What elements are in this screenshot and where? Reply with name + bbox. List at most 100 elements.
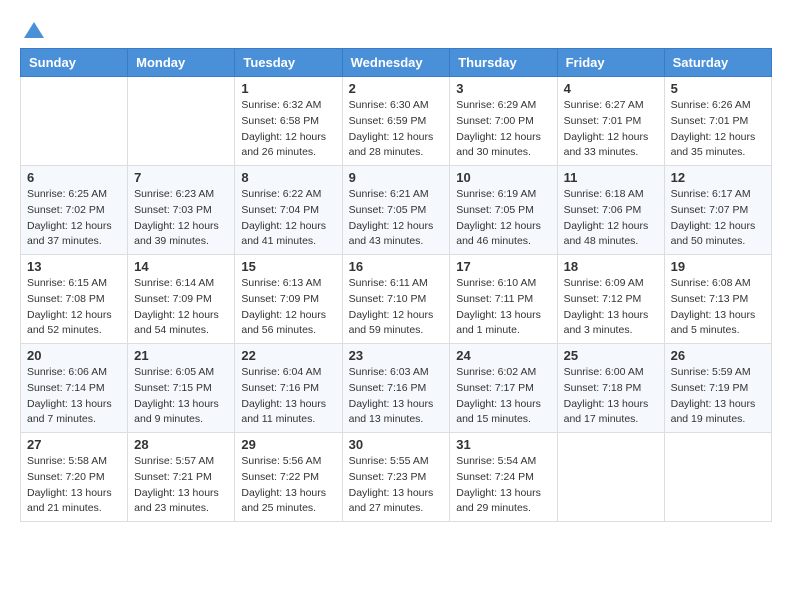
- calendar-cell: 28 Sunrise: 5:57 AMSunset: 7:21 PMDayligh…: [128, 433, 235, 522]
- calendar-cell: 7 Sunrise: 6:23 AMSunset: 7:03 PMDaylight…: [128, 166, 235, 255]
- calendar-cell: 22 Sunrise: 6:04 AMSunset: 7:16 PMDayligh…: [235, 344, 342, 433]
- day-info: Sunrise: 6:21 AMSunset: 7:05 PMDaylight:…: [349, 187, 444, 250]
- day-info: Sunrise: 6:10 AMSunset: 7:11 PMDaylight:…: [456, 276, 550, 339]
- logo-icon: [22, 20, 46, 44]
- day-number: 28: [134, 437, 228, 452]
- day-number: 17: [456, 259, 550, 274]
- day-info: Sunrise: 6:15 AMSunset: 7:08 PMDaylight:…: [27, 276, 121, 339]
- calendar-week-row: 13 Sunrise: 6:15 AMSunset: 7:08 PMDayligh…: [21, 255, 772, 344]
- calendar-cell: 19Sunrise: 6:08 AMSunset: 7:13 PMDayligh…: [664, 255, 771, 344]
- day-number: 30: [349, 437, 444, 452]
- calendar-day-header: Friday: [557, 49, 664, 77]
- day-info: Sunrise: 6:19 AMSunset: 7:05 PMDaylight:…: [456, 187, 550, 250]
- day-number: 4: [564, 81, 658, 96]
- day-number: 22: [241, 348, 335, 363]
- calendar-cell: 27 Sunrise: 5:58 AMSunset: 7:20 PMDayligh…: [21, 433, 128, 522]
- calendar-week-row: 27 Sunrise: 5:58 AMSunset: 7:20 PMDayligh…: [21, 433, 772, 522]
- day-info: Sunrise: 6:17 AMSunset: 7:07 PMDaylight:…: [671, 187, 765, 250]
- day-number: 8: [241, 170, 335, 185]
- day-info: Sunrise: 6:04 AMSunset: 7:16 PMDaylight:…: [241, 365, 335, 428]
- day-number: 12: [671, 170, 765, 185]
- day-info: Sunrise: 6:23 AMSunset: 7:03 PMDaylight:…: [134, 187, 228, 250]
- day-info: Sunrise: 6:00 AMSunset: 7:18 PMDaylight:…: [564, 365, 658, 428]
- day-number: 21: [134, 348, 228, 363]
- day-number: 2: [349, 81, 444, 96]
- calendar-week-row: 1 Sunrise: 6:32 AMSunset: 6:58 PMDaylight…: [21, 77, 772, 166]
- calendar-week-row: 20Sunrise: 6:06 AMSunset: 7:14 PMDayligh…: [21, 344, 772, 433]
- calendar-cell: 23 Sunrise: 6:03 AMSunset: 7:16 PMDayligh…: [342, 344, 450, 433]
- calendar-cell: 18 Sunrise: 6:09 AMSunset: 7:12 PMDayligh…: [557, 255, 664, 344]
- calendar-cell: 11Sunrise: 6:18 AMSunset: 7:06 PMDayligh…: [557, 166, 664, 255]
- day-number: 31: [456, 437, 550, 452]
- calendar-day-header: Monday: [128, 49, 235, 77]
- calendar-cell: [557, 433, 664, 522]
- day-number: 13: [27, 259, 121, 274]
- day-number: 16: [349, 259, 444, 274]
- day-info: Sunrise: 6:02 AMSunset: 7:17 PMDaylight:…: [456, 365, 550, 428]
- day-info: Sunrise: 6:22 AMSunset: 7:04 PMDaylight:…: [241, 187, 335, 250]
- calendar-cell: [21, 77, 128, 166]
- day-info: Sunrise: 5:54 AMSunset: 7:24 PMDaylight:…: [456, 454, 550, 517]
- day-info: Sunrise: 6:32 AMSunset: 6:58 PMDaylight:…: [241, 98, 335, 161]
- calendar-cell: 12 Sunrise: 6:17 AMSunset: 7:07 PMDayligh…: [664, 166, 771, 255]
- day-info: Sunrise: 6:29 AMSunset: 7:00 PMDaylight:…: [456, 98, 550, 161]
- day-info: Sunrise: 5:58 AMSunset: 7:20 PMDaylight:…: [27, 454, 121, 517]
- calendar-cell: [664, 433, 771, 522]
- calendar-day-header: Thursday: [450, 49, 557, 77]
- day-number: 7: [134, 170, 228, 185]
- calendar-cell: 9Sunrise: 6:21 AMSunset: 7:05 PMDaylight…: [342, 166, 450, 255]
- day-info: Sunrise: 6:05 AMSunset: 7:15 PMDaylight:…: [134, 365, 228, 428]
- calendar-cell: 1 Sunrise: 6:32 AMSunset: 6:58 PMDaylight…: [235, 77, 342, 166]
- calendar-cell: 4 Sunrise: 6:27 AMSunset: 7:01 PMDaylight…: [557, 77, 664, 166]
- day-number: 24: [456, 348, 550, 363]
- day-number: 10: [456, 170, 550, 185]
- logo: [20, 20, 46, 38]
- day-info: Sunrise: 6:09 AMSunset: 7:12 PMDaylight:…: [564, 276, 658, 339]
- calendar-cell: 3Sunrise: 6:29 AMSunset: 7:00 PMDaylight…: [450, 77, 557, 166]
- day-number: 23: [349, 348, 444, 363]
- calendar-cell: 2 Sunrise: 6:30 AMSunset: 6:59 PMDaylight…: [342, 77, 450, 166]
- calendar-cell: 29Sunrise: 5:56 AMSunset: 7:22 PMDayligh…: [235, 433, 342, 522]
- calendar-cell: 13 Sunrise: 6:15 AMSunset: 7:08 PMDayligh…: [21, 255, 128, 344]
- calendar-cell: 31 Sunrise: 5:54 AMSunset: 7:24 PMDayligh…: [450, 433, 557, 522]
- day-info: Sunrise: 6:30 AMSunset: 6:59 PMDaylight:…: [349, 98, 444, 161]
- calendar-day-header: Tuesday: [235, 49, 342, 77]
- calendar-cell: 8 Sunrise: 6:22 AMSunset: 7:04 PMDaylight…: [235, 166, 342, 255]
- day-number: 25: [564, 348, 658, 363]
- day-number: 14: [134, 259, 228, 274]
- day-number: 19: [671, 259, 765, 274]
- calendar-cell: 6 Sunrise: 6:25 AMSunset: 7:02 PMDaylight…: [21, 166, 128, 255]
- day-number: 15: [241, 259, 335, 274]
- calendar-day-header: Saturday: [664, 49, 771, 77]
- day-info: Sunrise: 5:59 AMSunset: 7:19 PMDaylight:…: [671, 365, 765, 428]
- day-info: Sunrise: 6:06 AMSunset: 7:14 PMDaylight:…: [27, 365, 121, 428]
- day-number: 1: [241, 81, 335, 96]
- day-number: 6: [27, 170, 121, 185]
- calendar-cell: 30 Sunrise: 5:55 AMSunset: 7:23 PMDayligh…: [342, 433, 450, 522]
- calendar-cell: 16 Sunrise: 6:11 AMSunset: 7:10 PMDayligh…: [342, 255, 450, 344]
- calendar-cell: 26Sunrise: 5:59 AMSunset: 7:19 PMDayligh…: [664, 344, 771, 433]
- day-info: Sunrise: 6:11 AMSunset: 7:10 PMDaylight:…: [349, 276, 444, 339]
- day-info: Sunrise: 6:14 AMSunset: 7:09 PMDaylight:…: [134, 276, 228, 339]
- day-number: 27: [27, 437, 121, 452]
- day-info: Sunrise: 5:55 AMSunset: 7:23 PMDaylight:…: [349, 454, 444, 517]
- calendar-day-header: Wednesday: [342, 49, 450, 77]
- day-info: Sunrise: 6:27 AMSunset: 7:01 PMDaylight:…: [564, 98, 658, 161]
- day-number: 18: [564, 259, 658, 274]
- calendar-cell: 14 Sunrise: 6:14 AMSunset: 7:09 PMDayligh…: [128, 255, 235, 344]
- calendar-cell: 15Sunrise: 6:13 AMSunset: 7:09 PMDayligh…: [235, 255, 342, 344]
- calendar-cell: 17 Sunrise: 6:10 AMSunset: 7:11 PMDayligh…: [450, 255, 557, 344]
- calendar-week-row: 6 Sunrise: 6:25 AMSunset: 7:02 PMDaylight…: [21, 166, 772, 255]
- day-info: Sunrise: 5:57 AMSunset: 7:21 PMDaylight:…: [134, 454, 228, 517]
- calendar-cell: 10 Sunrise: 6:19 AMSunset: 7:05 PMDayligh…: [450, 166, 557, 255]
- day-info: Sunrise: 5:56 AMSunset: 7:22 PMDaylight:…: [241, 454, 335, 517]
- calendar-table: SundayMondayTuesdayWednesdayThursdayFrid…: [20, 48, 772, 522]
- day-info: Sunrise: 6:25 AMSunset: 7:02 PMDaylight:…: [27, 187, 121, 250]
- calendar-cell: 24 Sunrise: 6:02 AMSunset: 7:17 PMDayligh…: [450, 344, 557, 433]
- day-info: Sunrise: 6:26 AMSunset: 7:01 PMDaylight:…: [671, 98, 765, 161]
- day-info: Sunrise: 6:03 AMSunset: 7:16 PMDaylight:…: [349, 365, 444, 428]
- day-number: 5: [671, 81, 765, 96]
- calendar-cell: 5 Sunrise: 6:26 AMSunset: 7:01 PMDaylight…: [664, 77, 771, 166]
- calendar-cell: 25 Sunrise: 6:00 AMSunset: 7:18 PMDayligh…: [557, 344, 664, 433]
- calendar-header-row: SundayMondayTuesdayWednesdayThursdayFrid…: [21, 49, 772, 77]
